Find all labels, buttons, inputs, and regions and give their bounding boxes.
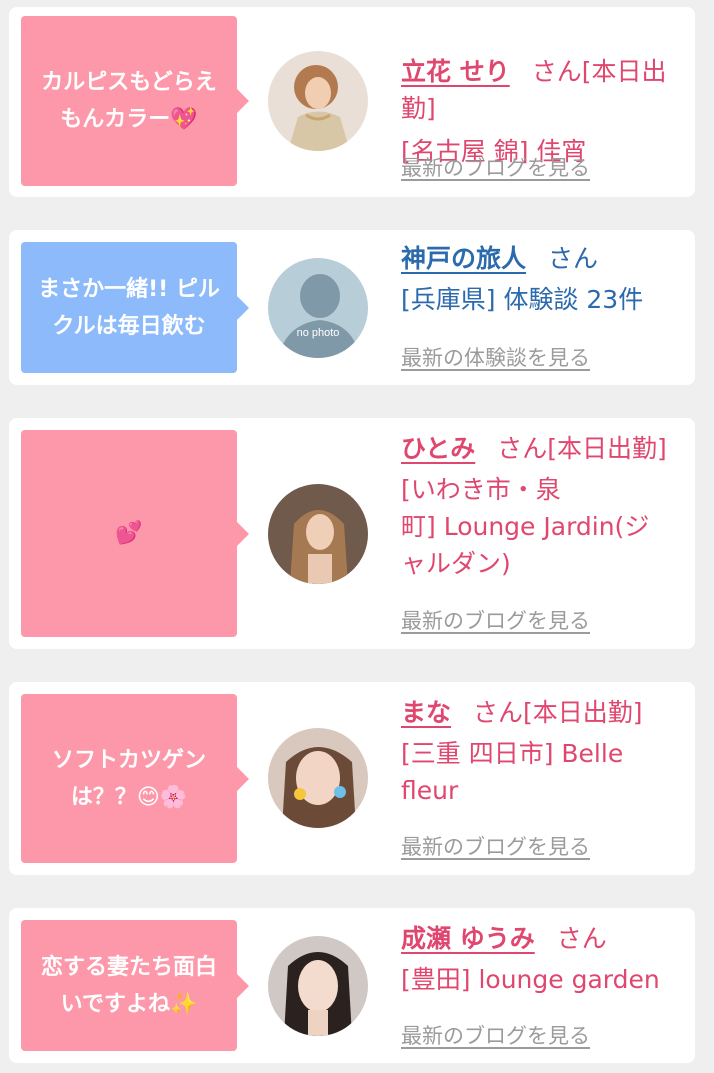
card-naruse-yuumi: 恋する妻たち面白 いですよね✨ 成瀬 ゆうみ さん [豊田] lounge gar… <box>9 908 695 1063</box>
profile-suffix: さん[本日出勤] <box>473 698 643 727</box>
comment-bubble: ソフトカツゲン は？？😊🌸 <box>21 694 249 863</box>
profile-detail: [三重 四日市] Belle fleur <box>401 739 624 805</box>
comment-bubble: 💕 <box>21 430 249 637</box>
profile-name-link[interactable]: まな <box>401 698 451 727</box>
comment-text: ソフトカツゲン は？？😊🌸 <box>51 747 206 810</box>
comment-bubble: カルピスもどらえ もんカラー💖 <box>21 16 249 186</box>
profile-name-link[interactable]: 成瀬 ゆうみ <box>401 924 535 953</box>
profile-info: 立花 せり さん[本日出 勤] [名古屋 錦] 佳宵 <box>401 16 683 170</box>
comment-bubble: 恋する妻たち面白 いですよね✨ <box>21 920 249 1051</box>
avatar[interactable] <box>268 936 368 1036</box>
profile-suffix: さん <box>556 924 607 953</box>
profile-info: まな さん[本日出勤] [三重 四日市] Belle fleur <box>401 694 683 809</box>
profile-suffix: さん <box>548 244 599 273</box>
card-hitomi: 💕 ひとみ さん[本日出勤] [いわき市・泉 町] Lounge Jardin(ジ… <box>9 418 695 649</box>
latest-blog-link[interactable]: 最新のブログを見る <box>401 605 590 635</box>
comment-text: 💕 <box>115 521 143 546</box>
profile-detail: [兵庫県] 体験談 23件 <box>401 285 644 314</box>
latest-review-link[interactable]: 最新の体験談を見る <box>401 342 590 372</box>
card-mana: ソフトカツゲン は？？😊🌸 まな さん[本日出勤] [三重 四日市] Belle … <box>9 682 695 875</box>
no-photo-text: no photo <box>297 327 340 339</box>
card-kobe-tabibito: まさか一緒!! ピル クルは毎日飲む no photo 神戸の旅人 さん [兵庫県… <box>9 230 695 385</box>
avatar-no-photo[interactable]: no photo <box>268 258 368 358</box>
comment-bubble: まさか一緒!! ピル クルは毎日飲む <box>21 242 249 373</box>
profile-name-link[interactable]: 立花 せり <box>401 57 510 86</box>
profile-info: 成瀬 ゆうみ さん [豊田] lounge garden <box>401 920 683 998</box>
profile-info: 神戸の旅人 さん [兵庫県] 体験談 23件 <box>401 240 683 318</box>
comment-text: まさか一緒!! ピル クルは毎日飲む <box>38 276 220 339</box>
profile-detail: [豊田] lounge garden <box>401 965 660 994</box>
comment-text: カルピスもどらえ もんカラー💖 <box>41 70 217 132</box>
avatar[interactable] <box>268 51 368 151</box>
profile-info: ひとみ さん[本日出勤] [いわき市・泉 町] Lounge Jardin(ジ ャ… <box>401 430 683 582</box>
latest-blog-link[interactable]: 最新のブログを見る <box>401 152 590 182</box>
comment-text: 恋する妻たち面白 いですよね✨ <box>40 954 217 1017</box>
profile-name-link[interactable]: 神戸の旅人 <box>401 244 526 273</box>
avatar[interactable] <box>268 728 368 828</box>
avatar[interactable] <box>268 484 368 584</box>
profile-name-link[interactable]: ひとみ <box>401 434 475 463</box>
card-tachibana-seri: カルピスもどらえ もんカラー💖 立花 せり さん[本日出 勤] [名古屋 錦] 佳… <box>9 7 695 197</box>
latest-blog-link[interactable]: 最新のブログを見る <box>401 831 590 861</box>
latest-blog-link[interactable]: 最新のブログを見る <box>401 1020 590 1050</box>
profile-detail: [いわき市・泉 町] Lounge Jardin(ジ ャルダン) <box>401 475 650 578</box>
profile-suffix: さん[本日出勤] <box>497 434 667 463</box>
